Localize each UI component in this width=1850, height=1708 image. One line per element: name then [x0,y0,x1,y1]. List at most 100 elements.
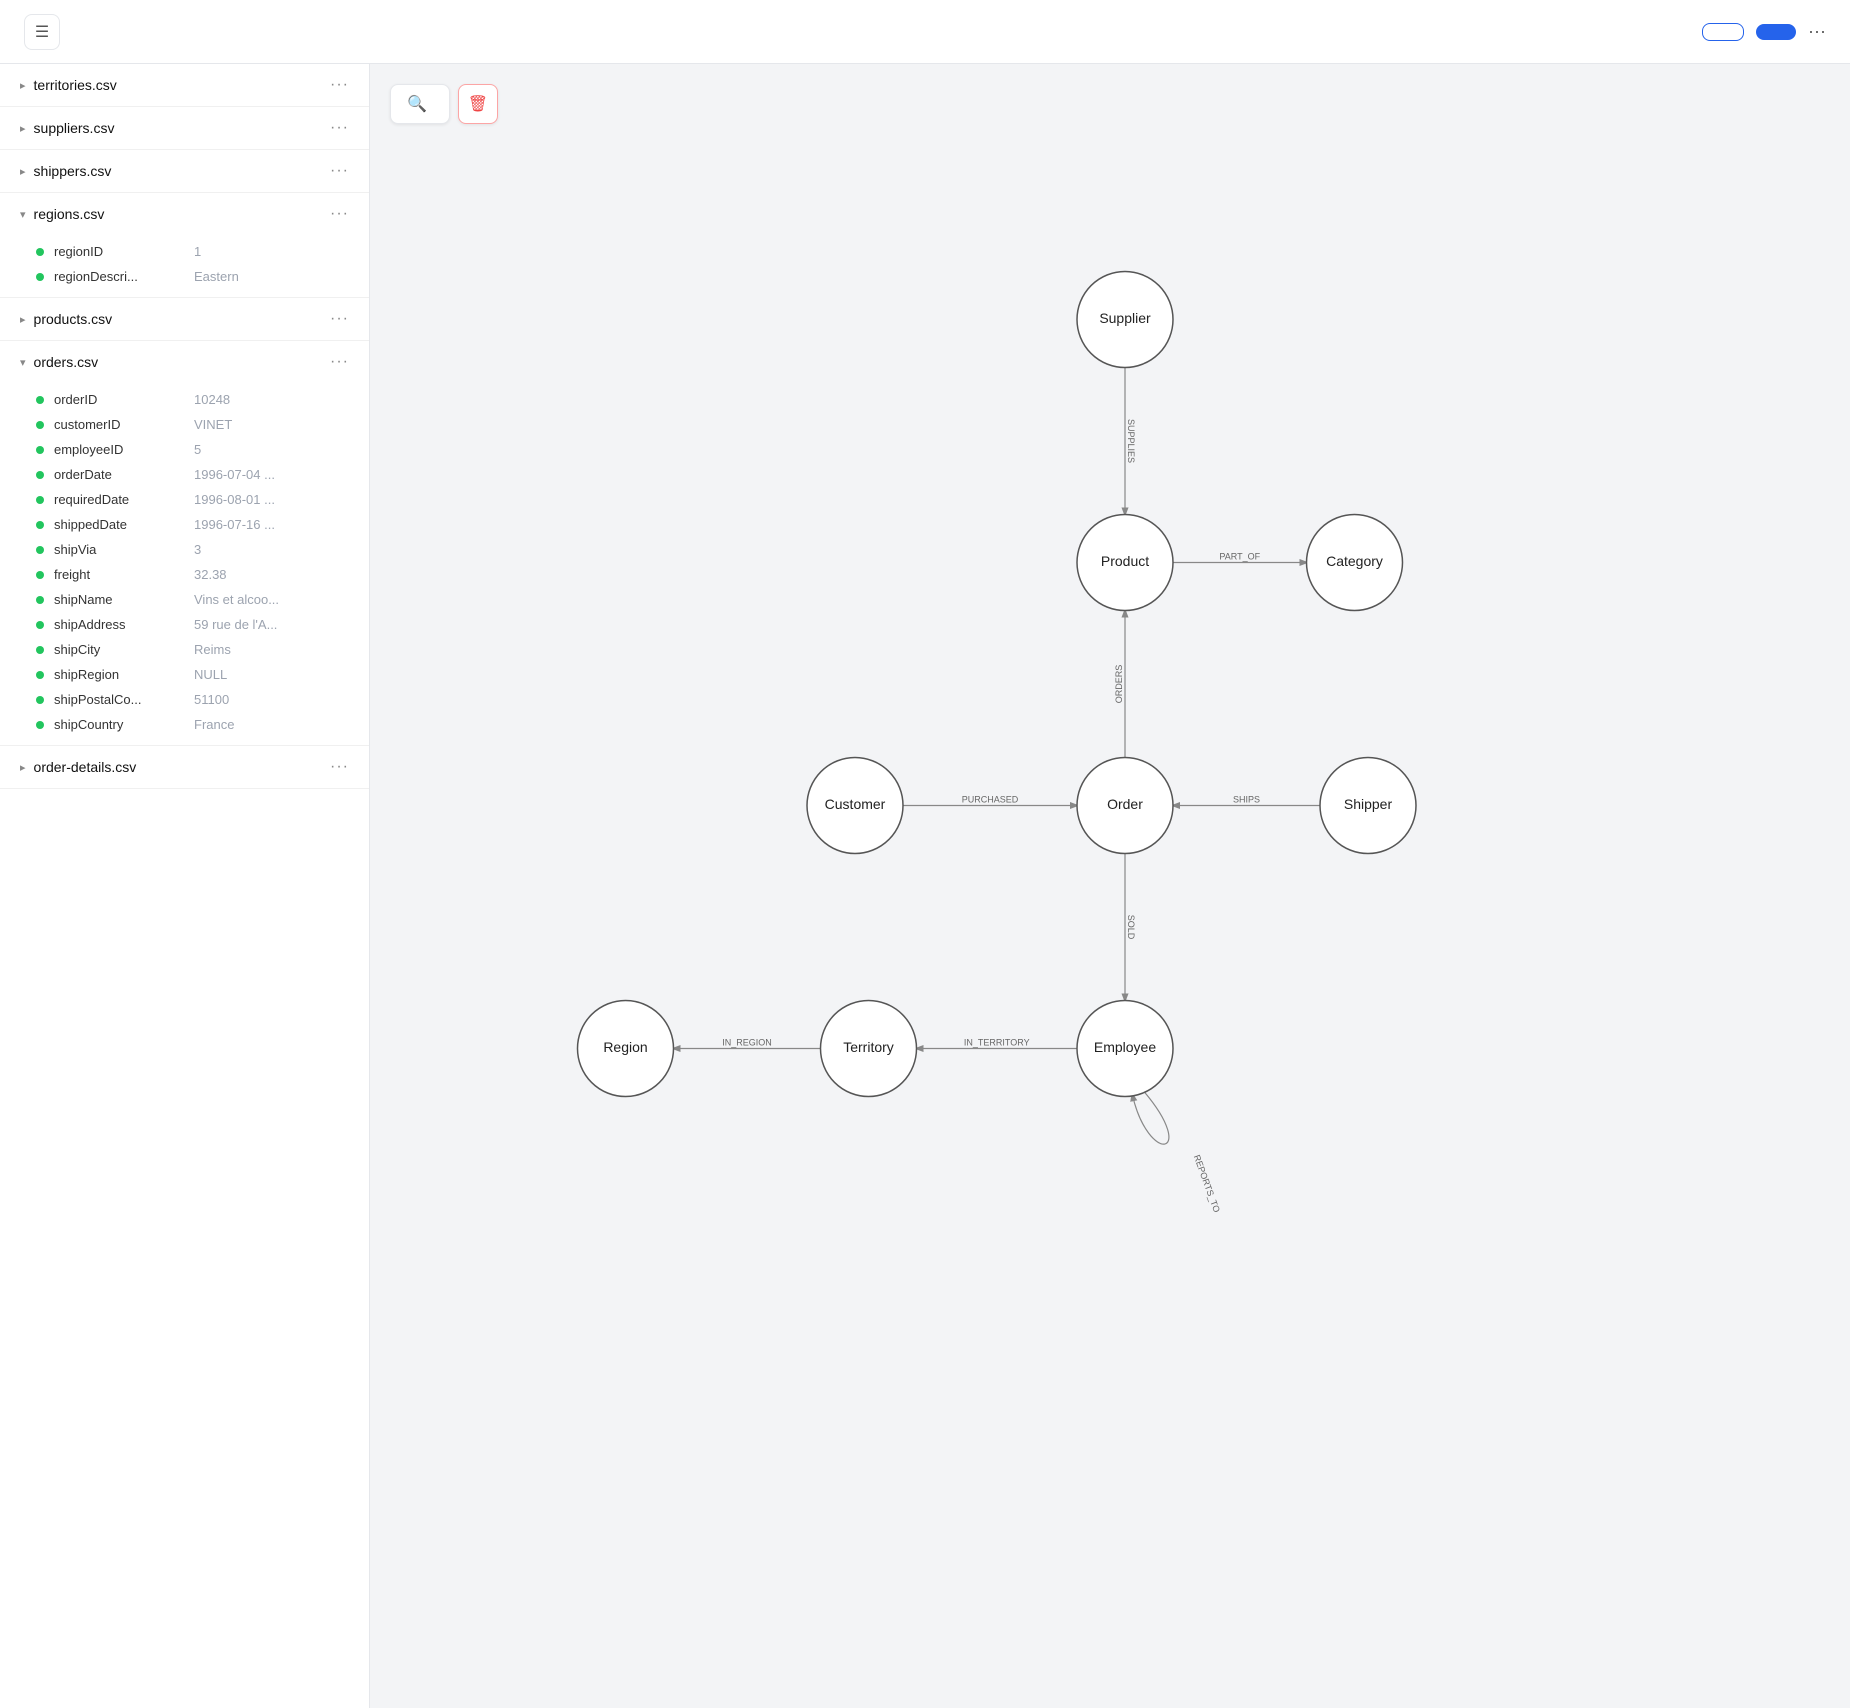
field-name: customerID [54,417,184,432]
file-section-5: ▾ orders.csv ··· orderID 10248 customerID VINE… [0,341,369,746]
file-name: orders.csv [34,354,99,370]
header-more-button[interactable]: ··· [1808,21,1826,42]
node-label-category: Category [1326,553,1383,569]
field-row: shipVia3 [0,537,369,562]
collapse-button[interactable]: ☰ [24,14,60,50]
field-name: shipName [54,592,184,607]
file-header-2[interactable]: ▸ shippers.csv ··· [0,150,369,192]
file-header-3[interactable]: ▾ regions.csv ··· [0,193,369,235]
field-name: employeeID [54,442,184,457]
file-name: regions.csv [34,206,105,222]
file-section-1: ▸suppliers.csv··· [0,107,369,150]
chevron-icon: ▸ [20,122,26,135]
field-dot-icon [36,396,44,404]
header-right: ··· [1702,21,1826,42]
chevron-icon: ▸ [20,165,26,178]
file-header-0[interactable]: ▸territories.csv··· [0,64,369,106]
file-more-button[interactable]: ··· [330,119,349,137]
field-name: shipCountry [54,717,184,732]
chevron-icon: ▸ [20,79,26,92]
field-value: 3 [194,542,201,557]
file-name: products.csv [34,311,113,327]
node-label-territory: Territory [843,1039,894,1055]
field-dot-icon [36,696,44,704]
field-name: shipAddress [54,617,184,632]
node-label-order: Order [1107,796,1143,812]
edge-reports-to [1132,1092,1169,1144]
node-label-shipper: Shipper [1344,796,1393,812]
field-row: shipCity Reims [0,637,369,662]
field-dot-icon [36,471,44,479]
field-value: 1996-07-16 ... [194,517,275,532]
file-header-5[interactable]: ▾ orders.csv ··· [0,341,369,383]
field-dot-icon [36,273,44,281]
field-name: freight [54,567,184,582]
field-row: freight32.38 [0,562,369,587]
field-value: 51100 [194,692,229,707]
edge-label-supplies: SUPPLIES [1126,419,1136,463]
file-section-2: ▸ shippers.csv ··· [0,150,369,193]
field-name: shipCity [54,642,184,657]
field-row: orderDate 1996-07-04 ... [0,462,369,487]
file-header-4[interactable]: ▸ products.csv ··· [0,298,369,340]
file-more-button[interactable]: ··· [330,353,349,371]
field-value: VINET [194,417,232,432]
file-more-button[interactable]: ··· [330,310,349,328]
file-more-button[interactable]: ··· [330,162,349,180]
field-name: regionDescri... [54,269,184,284]
field-value: 10248 [194,392,230,407]
field-name: orderDate [54,467,184,482]
edge-label-part_of: PART_OF [1219,552,1260,562]
field-dot-icon [36,496,44,504]
file-more-button[interactable]: ··· [330,76,349,94]
field-value: Reims [194,642,231,657]
chevron-icon: ▸ [20,761,26,774]
field-value: France [194,717,234,732]
field-dot-icon [36,446,44,454]
edge-label-reports-to: REPORTS_TO [1192,1153,1222,1213]
sidebar: ▸territories.csv···▸suppliers.csv···▸shi… [0,64,370,1708]
file-more-button[interactable]: ··· [330,205,349,223]
field-value: 59 rue de l'A... [194,617,277,632]
edge-label-sold: SOLD [1126,915,1136,940]
ellipsis-icon: ··· [1808,21,1826,41]
file-section-0: ▸territories.csv··· [0,64,369,107]
file-header-6[interactable]: ▸ order-details.csv ··· [0,746,369,788]
field-dot-icon [36,596,44,604]
field-dot-icon [36,571,44,579]
field-row: employeeID 5 [0,437,369,462]
field-row: regionDescri... Eastern [0,264,369,289]
run-import-button[interactable] [1756,24,1796,40]
field-value: 1996-07-04 ... [194,467,275,482]
header: ☰ ··· [0,0,1850,64]
file-name: shippers.csv [34,163,112,179]
header-left: ☰ [24,14,84,50]
file-header-1[interactable]: ▸suppliers.csv··· [0,107,369,149]
preview-button[interactable] [1702,23,1744,41]
field-dot-icon [36,646,44,654]
node-label-product: Product [1101,553,1149,569]
main-layout: ▸territories.csv···▸suppliers.csv···▸shi… [0,64,1850,1708]
field-dot-icon [36,521,44,529]
field-value: 5 [194,442,201,457]
chevron-icon: ▾ [20,208,26,221]
file-rows: regionID1regionDescri...Eastern [0,235,369,297]
field-row: orderID 10248 [0,387,369,412]
node-label-region: Region [603,1039,647,1055]
file-more-button[interactable]: ··· [330,758,349,776]
file-section-4: ▸ products.csv ··· [0,298,369,341]
node-label-supplier: Supplier [1099,310,1151,326]
field-name: regionID [54,244,184,259]
field-value: Eastern [194,269,239,284]
edge-label-in_region: IN_REGION [722,1038,772,1048]
file-name: order-details.csv [34,759,137,775]
field-row: shipAddress 59 rue de l'A... [0,612,369,637]
edge-label-purchased: PURCHASED [962,795,1019,805]
file-section-3: ▾regions.csv···regionID1regionDescri...E… [0,193,369,298]
graph-canvas: SUPPLIESPART_OFORDERSPURCHASEDSHIPSSOLDI… [370,64,1850,1708]
field-value: 1996-08-01 ... [194,492,275,507]
field-name: orderID [54,392,184,407]
edge-label-in_territory: IN_TERRITORY [964,1038,1030,1048]
chevron-icon: ▸ [20,313,26,326]
chevron-icon: ▾ [20,356,26,369]
